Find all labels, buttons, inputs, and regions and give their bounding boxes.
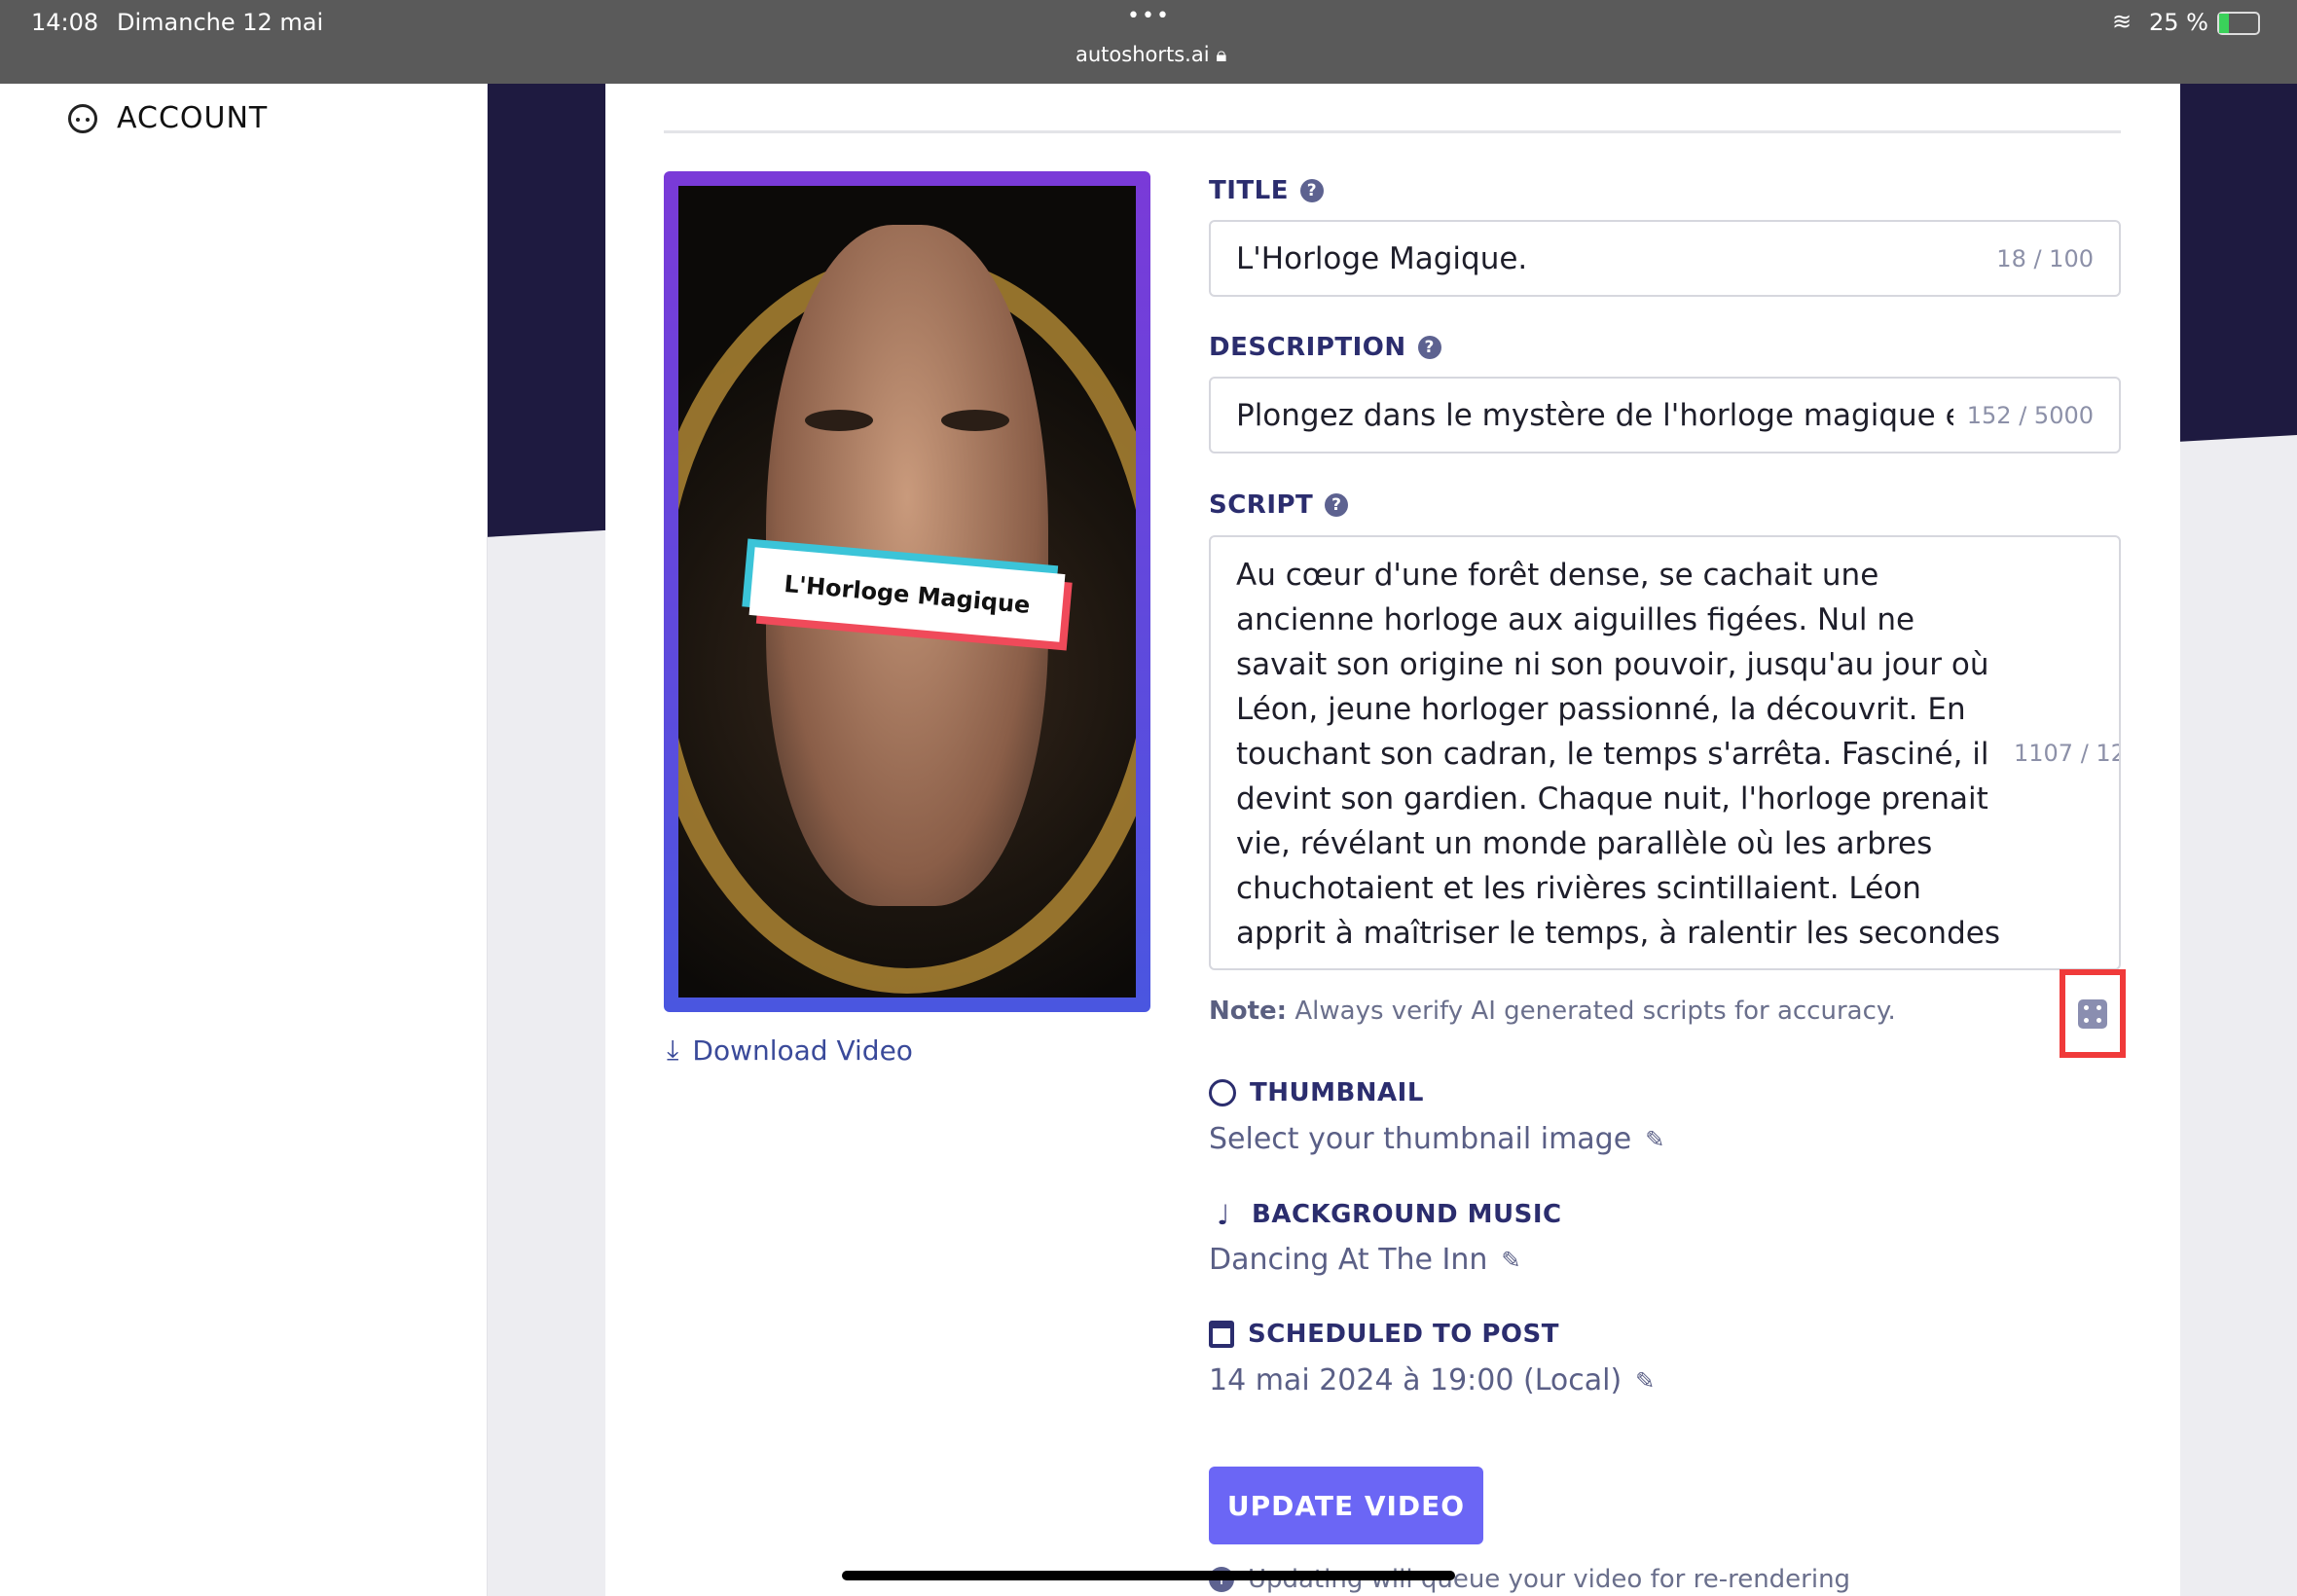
script-line: chuchotaient et les rivières scintillaie… (1236, 870, 1921, 906)
calendar-icon (1209, 1321, 1234, 1348)
home-indicator (842, 1571, 1455, 1580)
script-counter: 1107 / 1200 (2013, 739, 2119, 767)
schedule-select[interactable]: 14 mai 2024 à 19:00 (Local) ✎ (1209, 1363, 1655, 1397)
sidebar: ACCOUNT (0, 0, 488, 1596)
script-line: touchant son cadran, le temps s'arrêta. … (1236, 736, 1989, 772)
dice-icon (2078, 998, 2107, 1029)
pencil-icon[interactable]: ✎ (1645, 1126, 1664, 1153)
update-video-button[interactable]: UPDATE VIDEO (1209, 1467, 1483, 1544)
description-label: DESCRIPTION? (1209, 333, 1441, 362)
script-label: SCRIPT? (1209, 490, 1349, 520)
status-bar: 14:08 Dimanche 12 mai ••• autoshorts.ai … (0, 0, 2297, 84)
clock: 14:08 (31, 9, 99, 36)
face-icon (68, 103, 97, 133)
thumbnail-select[interactable]: Select your thumbnail image ✎ (1209, 1122, 1664, 1156)
script-line: devint son gardien. Chaque nuit, l'horlo… (1236, 780, 1988, 816)
pencil-icon[interactable]: ✎ (1501, 1247, 1520, 1274)
help-icon[interactable]: ? (1299, 179, 1324, 202)
pencil-icon[interactable]: ✎ (1635, 1367, 1655, 1395)
script-textarea[interactable]: Au cœur d'une forêt dense, se cachait un… (1209, 535, 2121, 970)
schedule-label: SCHEDULED TO POST (1209, 1320, 1559, 1349)
help-icon[interactable]: ? (1417, 336, 1441, 359)
sidebar-item-account[interactable]: ACCOUNT (68, 101, 268, 135)
title-counter: 18 / 100 (1996, 244, 2094, 272)
script-line: Au cœur d'une forêt dense, se cachait un… (1236, 557, 1879, 593)
url-bar[interactable]: autoshorts.ai 🔒︎ (1076, 43, 1226, 67)
video-preview[interactable]: L'Horloge Magique (664, 171, 1150, 1012)
wifi-icon: ≋ (2112, 8, 2133, 35)
note-text: Note: Always verify AI generated scripts… (1209, 997, 1896, 1026)
script-line: vie, révélant un monde parallèle où les … (1236, 825, 1933, 861)
face-icon (1209, 1079, 1236, 1106)
download-icon: ⤓ (667, 1034, 679, 1066)
help-icon[interactable]: ? (1325, 493, 1349, 517)
music-note-icon: ♩ (1217, 1198, 1230, 1231)
battery-percent: 25 % (2149, 9, 2208, 36)
script-line: Léon, jeune horloger passionné, la décou… (1236, 691, 1966, 727)
date: Dimanche 12 mai (117, 9, 324, 36)
title-label: TITLE? (1209, 176, 1324, 205)
description-input[interactable]: Plongez dans le mystère de l'horloge mag… (1209, 377, 2121, 453)
randomize-dice-button[interactable] (2060, 969, 2126, 1058)
script-line: savait son origine ni son pouvoir, jusqu… (1236, 646, 1989, 682)
battery-icon (2217, 12, 2260, 35)
more-dots-icon[interactable]: ••• (1127, 4, 1171, 28)
description-counter: 152 / 5000 (1966, 401, 2094, 429)
account-label: ACCOUNT (117, 101, 269, 135)
music-select[interactable]: Dancing At The Inn ✎ (1209, 1243, 1521, 1277)
download-video-link[interactable]: ⤓ Download Video (667, 1034, 913, 1067)
script-line: ancienne horloge aux aiguilles figées. N… (1236, 601, 1915, 637)
thumbnail-label: THUMBNAIL (1209, 1078, 1424, 1107)
music-label: ♩ BACKGROUND MUSIC (1209, 1198, 1562, 1231)
divider (664, 130, 2121, 133)
title-input[interactable]: L'Horloge Magique. 18 / 100 (1209, 220, 2121, 297)
script-line: apprit à maîtriser le temps, à ralentir … (1236, 915, 2000, 951)
video-caption: L'Horloge Magique (783, 570, 1032, 619)
video-edit-card: L'Horloge Magique ⤓ Download Video TITLE… (605, 0, 2180, 1596)
